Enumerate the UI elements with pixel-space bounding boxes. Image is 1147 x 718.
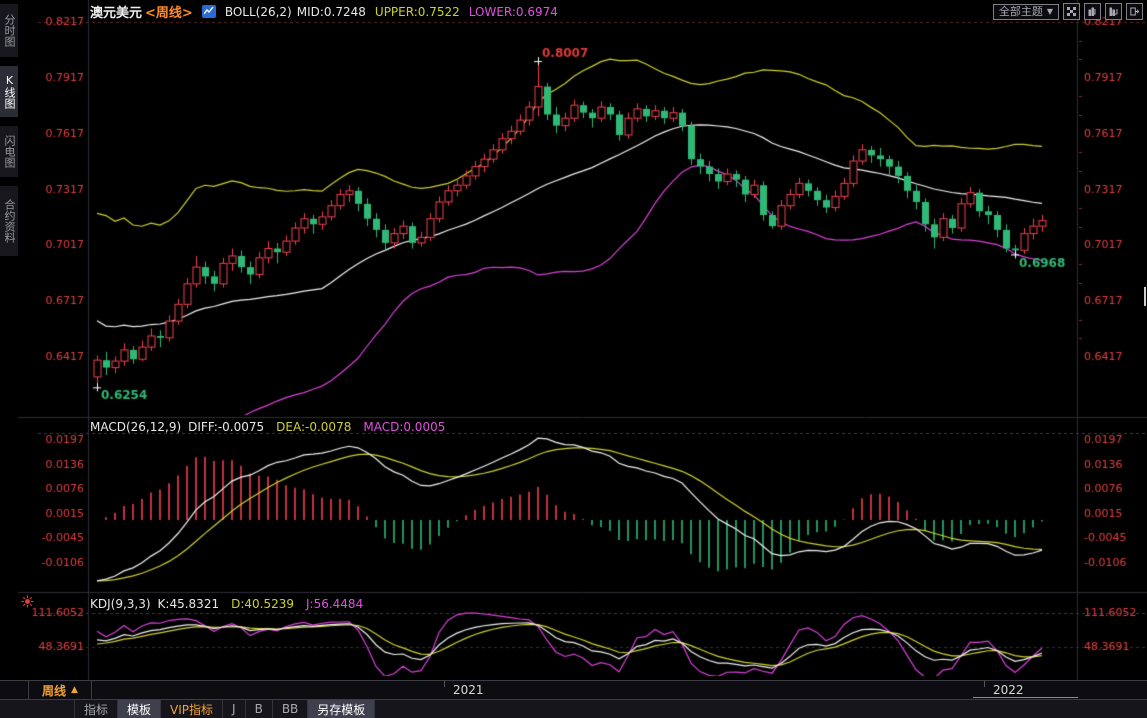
split-screen-icon[interactable] bbox=[1063, 3, 1080, 20]
indicator-settings-icon[interactable] bbox=[21, 593, 34, 608]
period-tag: <周线> bbox=[145, 6, 193, 21]
sidebar-tab-timeshare[interactable]: 分时图 bbox=[0, 4, 18, 57]
tab-template[interactable]: 模板 bbox=[118, 700, 162, 718]
tab-save-template[interactable]: 另存模板 bbox=[308, 700, 376, 718]
sidebar-tab-label: K线图 bbox=[3, 74, 16, 109]
sidebar-tab-label: 合约资料 bbox=[3, 199, 16, 243]
sidebar-tab-kline[interactable]: K线图 bbox=[0, 66, 18, 117]
boll-label: BOLL(26,2) bbox=[224, 4, 292, 19]
chevron-down-icon: ▼ bbox=[1046, 6, 1053, 16]
chart-type-sidebar: 分时图 K线图 闪电图 合约资料 bbox=[0, 0, 18, 680]
year-label: 2022 bbox=[993, 683, 1024, 697]
theme-dropdown-label: 全部主题 bbox=[998, 4, 1043, 18]
tab-indicators[interactable]: 指标 bbox=[74, 700, 119, 718]
theme-dropdown[interactable]: 全部主题 ▼ bbox=[992, 3, 1059, 20]
tab-b[interactable]: B bbox=[246, 700, 273, 718]
tab-bb[interactable]: BB bbox=[273, 700, 309, 718]
scroll-range-indicator[interactable] bbox=[973, 697, 1078, 698]
symbol-name: 澳元美元 bbox=[90, 6, 143, 21]
boll-mid-value: MID:0.7248 bbox=[296, 4, 366, 19]
macd-header: MACD(26,12,9) DIFF:-0.0075 DEA:-0.0078 M… bbox=[90, 420, 445, 434]
sidebar-tab-label: 分时图 bbox=[3, 14, 16, 47]
macd-macd-value: MACD:0.0005 bbox=[363, 420, 446, 434]
expand-xaxis-icon[interactable] bbox=[1105, 3, 1122, 20]
top-right-controls: 全部主题 ▼ bbox=[992, 3, 1143, 20]
trading-terminal: 分时图 K线图 闪电图 合约资料 澳元美元 <周线> BOLL(26,2) MI… bbox=[0, 0, 1147, 718]
macd-params: MACD(26,12,9) bbox=[90, 420, 182, 434]
chart-title-bar: 澳元美元 <周线> BOLL(26,2) MID:0.7248 UPPER:0.… bbox=[90, 3, 558, 22]
tab-vip-indicators[interactable]: VIP指标 bbox=[161, 700, 224, 718]
mini-chart-icon[interactable] bbox=[201, 5, 216, 18]
triangle-up-icon: ▲ bbox=[71, 685, 78, 695]
bottom-tabs-bar: 指标 模板 VIP指标 J B BB 另存模板 bbox=[0, 700, 1147, 718]
tab-j[interactable]: J bbox=[223, 700, 246, 718]
export-chart-icon[interactable] bbox=[1126, 3, 1143, 20]
sidebar-tab-label: 闪电图 bbox=[3, 135, 16, 168]
right-scrollbar-thumb[interactable] bbox=[1144, 287, 1146, 306]
kdj-d-value: D:40.5239 bbox=[231, 597, 294, 611]
macd-diff-value: DIFF:-0.0075 bbox=[188, 420, 265, 434]
kdj-k-value: K:45.8321 bbox=[157, 597, 220, 611]
candlestick-chart-canvas[interactable] bbox=[18, 0, 1147, 680]
period-label: 周线 bbox=[42, 683, 67, 698]
kdj-params: KDJ(9,3,3) bbox=[90, 597, 151, 611]
year-tick bbox=[444, 681, 445, 687]
year-label: 2021 bbox=[453, 683, 484, 697]
kdj-header: KDJ(9,3,3) K:45.8321 D:40.5239 J:56.4484 bbox=[90, 597, 363, 611]
x-axis-bar: 周线 ▲ 2021 2022 bbox=[0, 680, 1147, 700]
period-selector[interactable]: 周线 ▲ bbox=[28, 681, 92, 699]
sidebar-tab-lightning[interactable]: 闪电图 bbox=[0, 126, 18, 177]
macd-dea-value: DEA:-0.0078 bbox=[276, 420, 352, 434]
kdj-j-value: J:56.4484 bbox=[306, 597, 364, 611]
sidebar-tab-contract-info[interactable]: 合约资料 bbox=[0, 186, 18, 256]
boll-upper-value: UPPER:0.7522 bbox=[374, 4, 460, 19]
year-tick bbox=[984, 681, 985, 687]
boll-lower-value: LOWER:0.6974 bbox=[468, 4, 558, 19]
compress-xaxis-icon[interactable] bbox=[1084, 3, 1101, 20]
